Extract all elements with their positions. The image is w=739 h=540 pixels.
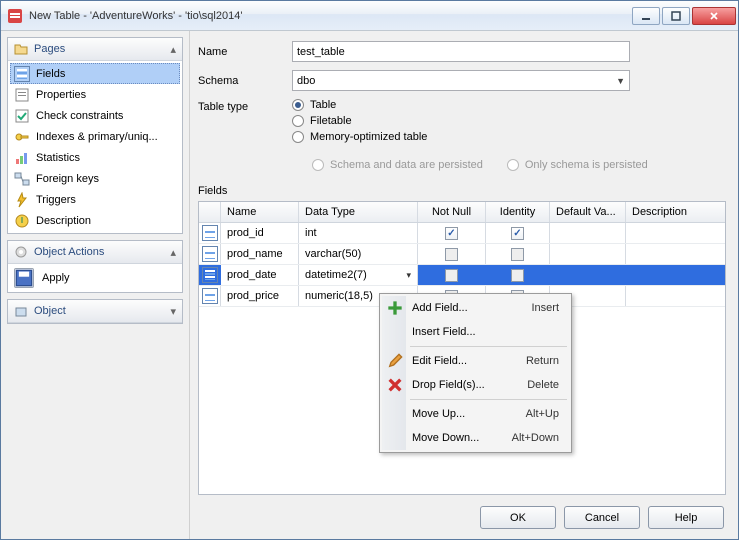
help-button[interactable]: Help [648,506,724,529]
radio-icon [292,131,304,143]
menu-separator [410,399,567,400]
properties-icon [14,87,30,103]
close-button[interactable] [692,7,736,25]
row-icon [202,267,218,283]
chevron-down-icon: ▾ [170,305,176,318]
page-check-constraints[interactable]: Check constraints [10,105,180,126]
fk-icon [14,171,30,187]
app-icon [7,8,23,24]
table-name-input[interactable] [292,41,630,62]
schema-value: dbo [297,75,315,87]
maximize-button[interactable] [662,7,690,25]
object-icon [14,304,28,318]
page-description[interactable]: Description [10,210,180,231]
content-area: Pages ▴ Fields Properties Check constrai… [1,31,738,539]
radio-icon [292,99,304,111]
dialog-buttons: OK Cancel Help [480,506,724,529]
col-identity[interactable]: Identity [486,202,550,222]
pages-panel: Pages ▴ Fields Properties Check constrai… [7,37,183,234]
stats-icon [14,150,30,166]
apply-label: Apply [42,272,70,284]
fields-icon [14,66,30,82]
gear-icon [14,245,28,259]
grid-header: Name Data Type Not Null Identity Default… [199,202,725,223]
titlebar[interactable]: New Table - 'AdventureWorks' - 'tio\sql2… [1,1,738,31]
checkbox-icon[interactable] [445,248,458,261]
schema-select[interactable]: dbo ▼ [292,70,630,91]
page-indexes[interactable]: Indexes & primary/uniq... [10,126,180,147]
object-title: Object [34,305,66,317]
checkbox-icon[interactable] [511,227,524,240]
radio-memopt[interactable]: Memory-optimized table [292,131,427,143]
minimize-button[interactable] [632,7,660,25]
fields-label: Fields [198,185,726,197]
trigger-icon [14,192,30,208]
menu-insert-field[interactable]: Insert Field... [382,320,569,344]
checkbox-icon[interactable] [445,227,458,240]
col-type[interactable]: Data Type [299,202,418,222]
menu-edit-field[interactable]: Edit Field...Return [382,349,569,373]
pages-title: Pages [34,43,65,55]
row-icon [202,225,218,241]
checkbox-icon[interactable] [511,248,524,261]
schema-label: Schema [198,75,292,87]
save-icon [14,268,34,288]
checkbox-icon[interactable] [511,269,524,282]
col-notnull[interactable]: Not Null [418,202,486,222]
dropdown-icon: ▼ [616,76,625,86]
page-foreign-keys[interactable]: Foreign keys [10,168,180,189]
page-properties[interactable]: Properties [10,84,180,105]
left-sidebar: Pages ▴ Fields Properties Check constrai… [1,31,189,539]
object-actions-title: Object Actions [34,246,104,258]
chevron-up-icon: ▴ [170,43,176,56]
radio-filetable[interactable]: Filetable [292,115,427,127]
table-row[interactable]: prod_date datetime2(7)▾ [199,265,725,286]
object-header[interactable]: Object ▾ [8,300,182,323]
dialog-window: New Table - 'AdventureWorks' - 'tio\sql2… [0,0,739,540]
object-actions-header[interactable]: Object Actions ▴ [8,241,182,264]
pages-tree: Fields Properties Check constraints Inde… [8,61,182,233]
key-icon [14,129,30,145]
page-fields[interactable]: Fields [10,63,180,84]
ok-button[interactable]: OK [480,506,556,529]
menu-drop-field[interactable]: Drop Field(s)...Delete [382,373,569,397]
pages-header[interactable]: Pages ▴ [8,38,182,61]
table-type-label: Table type [198,99,292,113]
menu-move-up[interactable]: Move Up...Alt+Up [382,402,569,426]
radio-icon [507,159,519,171]
page-triggers[interactable]: Triggers [10,189,180,210]
desc-icon [14,213,30,229]
col-desc[interactable]: Description [626,202,725,222]
row-icon [202,288,218,304]
name-label: Name [198,46,292,58]
checkbox-icon[interactable] [445,269,458,282]
plus-icon [387,300,403,316]
main-pane: Name Schema dbo ▼ Table type Table Filet… [189,31,738,539]
context-menu: Add Field...Insert Insert Field... Edit … [379,293,572,453]
cancel-button[interactable]: Cancel [564,506,640,529]
page-statistics[interactable]: Statistics [10,147,180,168]
table-row[interactable]: prod_name varchar(50) [199,244,725,265]
pencil-icon [387,353,403,369]
menu-add-field[interactable]: Add Field...Insert [382,296,569,320]
menu-move-down[interactable]: Move Down...Alt+Down [382,426,569,450]
radio-table[interactable]: Table [292,99,427,111]
object-panel: Object ▾ [7,299,183,324]
apply-row[interactable]: Apply [8,264,182,292]
row-icon [202,246,218,262]
chevron-up-icon: ▴ [170,246,176,259]
radio-icon [292,115,304,127]
menu-separator [410,346,567,347]
radio-icon [312,159,324,171]
persist-options: Schema and data are persisted Only schem… [312,159,726,175]
object-actions-panel: Object Actions ▴ Apply [7,240,183,293]
folder-icon [14,42,28,56]
table-row[interactable]: prod_id int [199,223,725,244]
check-icon [14,108,30,124]
cross-icon [387,377,403,393]
col-name[interactable]: Name [221,202,299,222]
col-default[interactable]: Default Va... [550,202,626,222]
window-title: New Table - 'AdventureWorks' - 'tio\sql2… [29,10,630,22]
dropdown-icon[interactable]: ▾ [406,270,411,281]
